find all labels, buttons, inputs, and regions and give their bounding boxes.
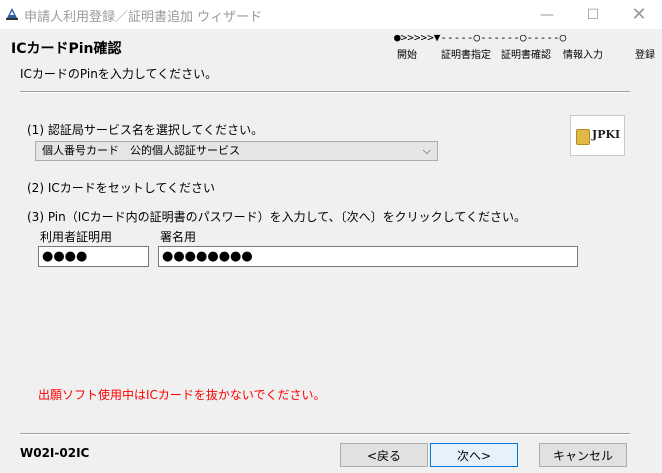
ic-card-chip-icon xyxy=(576,129,590,145)
step-cert-select: 証明書指定 xyxy=(441,50,491,61)
app-icon xyxy=(6,8,18,20)
step-progress-track: ●>>>>>▼-----○------○-----○ xyxy=(394,31,567,44)
step3-label: (3) Pin（ICカード内の証明書のパスワード）を入力して、〔次へ〕をクリック… xyxy=(27,210,526,224)
wizard-window: 申請人利用登録／証明書追加 ウィザード — ☐ ✕ ICカードPin確認 ICカ… xyxy=(0,0,662,473)
jpki-card-logo: JPKI xyxy=(570,115,625,156)
step2-label: (2) ICカードをセットしてください xyxy=(27,181,216,195)
next-button[interactable]: 次へ> xyxy=(430,443,518,467)
ca-service-select-value: 個人番号カード 公的個人認証サービス xyxy=(42,144,240,157)
page-instruction: ICカードのPinを入力してください。 xyxy=(20,67,218,81)
step-cert-confirm: 証明書確認 xyxy=(501,50,551,61)
user-cert-pin-input[interactable]: ●●●● xyxy=(38,246,149,267)
chevron-down-icon: ⌵ xyxy=(422,144,431,157)
window-title: 申請人利用登録／証明書追加 ウィザード xyxy=(24,10,263,25)
sign-pin-input[interactable]: ●●●●●●●● xyxy=(158,246,578,267)
title-bar: 申請人利用登録／証明書追加 ウィザード — ☐ ✕ xyxy=(0,0,662,29)
close-button[interactable]: ✕ xyxy=(616,0,662,29)
minimize-button[interactable]: — xyxy=(524,0,570,29)
header-divider xyxy=(20,91,630,93)
jpki-logo-text: JPKI xyxy=(592,128,621,141)
screen-code: W02I-02IC xyxy=(20,446,90,460)
user-cert-pin-label: 利用者証明用 xyxy=(40,230,113,244)
step-register: 登録 xyxy=(635,50,655,61)
step-info-input: 情報入力 xyxy=(563,50,603,61)
ca-service-select[interactable]: 個人番号カード 公的個人認証サービス ⌵ xyxy=(35,141,438,161)
step-start: 開始 xyxy=(397,50,417,61)
page-title: ICカードPin確認 xyxy=(11,41,122,57)
footer-divider xyxy=(20,433,630,435)
warning-message: 出願ソフト使用中はICカードを抜かないでください。 xyxy=(38,388,326,402)
step1-label: (1) 認証局サービス名を選択してください。 xyxy=(27,123,264,137)
maximize-button[interactable]: ☐ xyxy=(570,0,616,29)
back-button[interactable]: <戻る xyxy=(340,443,428,467)
cancel-button[interactable]: キャンセル xyxy=(539,443,627,467)
sign-pin-label: 署名用 xyxy=(160,230,197,244)
wizard-header: ICカードPin確認 ICカードのPinを入力してください。 ●>>>>>▼--… xyxy=(0,29,662,91)
